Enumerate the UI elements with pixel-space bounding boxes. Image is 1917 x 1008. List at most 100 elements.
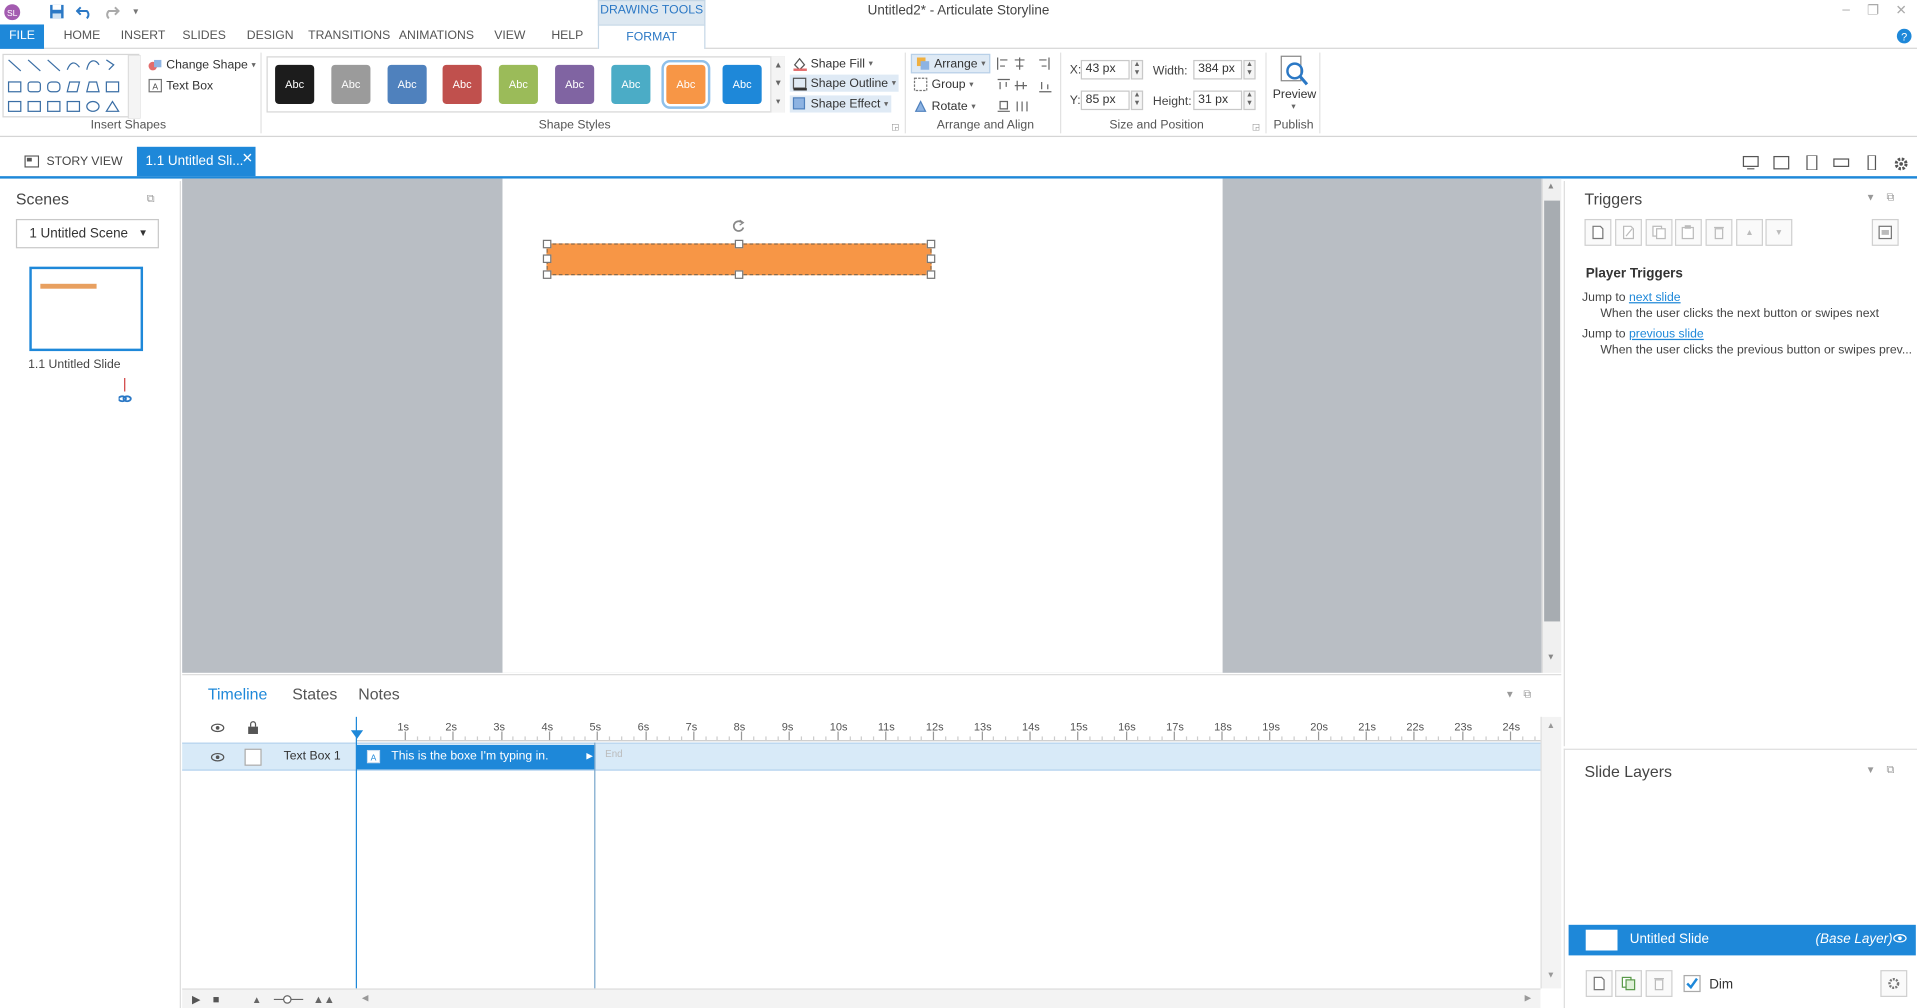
customize-qat-icon[interactable]: ▾ — [126, 2, 146, 20]
copy-trigger-icon[interactable] — [1645, 218, 1673, 246]
dialog-launcher-icon[interactable]: ◲ — [891, 122, 899, 133]
row-eye-icon[interactable] — [210, 750, 225, 765]
layer-settings-gear-icon[interactable] — [1880, 970, 1908, 997]
panel-collapse-icon[interactable]: ▼ — [1866, 192, 1876, 203]
resize-handle[interactable] — [734, 239, 744, 249]
shape-outline-button[interactable]: Shape Outline ▾ — [789, 74, 899, 92]
scroll-right-icon[interactable]: ▶ — [1525, 993, 1532, 1004]
panel-restore-icon[interactable]: ⧉ — [147, 192, 155, 205]
panel-collapse-icon[interactable]: ▼ — [1505, 689, 1515, 700]
maximize-icon[interactable]: ❐ — [1861, 2, 1885, 19]
settings-gear-icon[interactable] — [1893, 155, 1910, 171]
tab-help[interactable]: HELP — [548, 24, 587, 48]
rotate-button[interactable]: Rotate ▾ — [913, 99, 976, 114]
width-input[interactable]: 384 px — [1193, 59, 1243, 80]
tab-view[interactable]: VIEW — [490, 24, 529, 48]
panel-collapse-icon[interactable]: ▼ — [1866, 765, 1876, 776]
trigger-2[interactable]: Jump to previous slide — [1582, 328, 1704, 341]
minimize-icon[interactable]: – — [1834, 2, 1858, 19]
text-box-button[interactable]: A Text Box — [148, 78, 213, 93]
row-lock-checkbox[interactable] — [244, 748, 262, 766]
trigger-options-icon[interactable] — [1871, 218, 1899, 246]
save-icon[interactable] — [46, 2, 66, 20]
resize-handle[interactable] — [542, 270, 552, 279]
slide-thumbnail[interactable] — [29, 266, 144, 352]
style-swatch-blue[interactable]: Abc — [387, 64, 427, 104]
shape-gallery[interactable] — [2, 53, 141, 119]
help-icon[interactable]: ? — [1896, 28, 1912, 44]
height-input[interactable]: 31 px — [1193, 90, 1243, 111]
arrange-button[interactable]: Arrange ▾ — [910, 53, 991, 74]
timeline-row-text-box-1[interactable]: Text Box 1 A This is the boxe I'm typing… — [182, 742, 1541, 771]
tab-design[interactable]: DESIGN — [245, 24, 296, 48]
rotate-handle-icon[interactable] — [731, 218, 746, 233]
panel-restore-icon[interactable]: ⧉ — [1886, 763, 1894, 776]
trigger-1[interactable]: Jump to next slide — [1582, 291, 1681, 304]
tab-transitions[interactable]: TRANSITIONS — [308, 24, 390, 48]
resize-handle[interactable] — [734, 270, 744, 279]
height-spinner[interactable]: ▲ ▼ — [1243, 90, 1256, 111]
tablet-portrait-icon[interactable] — [1803, 155, 1820, 171]
style-swatch-purple[interactable]: Abc — [555, 64, 595, 104]
change-shape-button[interactable]: Change Shape ▾ — [148, 57, 256, 72]
style-swatch-black[interactable]: Abc — [275, 64, 315, 104]
tab-home[interactable]: HOME — [59, 24, 105, 48]
scene-select[interactable]: 1 Untitled Scene ▼ — [15, 218, 159, 249]
y-spinner[interactable]: ▲ ▼ — [1130, 90, 1144, 111]
shape-fill-button[interactable]: Shape Fill ▾ — [792, 56, 873, 71]
resize-handle[interactable] — [542, 239, 552, 249]
close-icon[interactable]: ✕ — [1889, 2, 1913, 19]
new-trigger-icon[interactable] — [1584, 218, 1612, 246]
zoom-in-icon[interactable]: ▲▲ — [313, 993, 335, 1005]
tab-format[interactable]: FORMAT — [597, 24, 706, 51]
tab-insert[interactable]: INSERT — [119, 24, 168, 48]
tab-states[interactable]: States — [292, 685, 337, 703]
resize-handle[interactable] — [926, 254, 936, 264]
stage-vertical-scrollbar[interactable]: ▲ ▼ — [1541, 178, 1562, 673]
lock-icon[interactable] — [246, 721, 261, 736]
move-down-icon[interactable]: ▼ — [1765, 218, 1793, 246]
undo-icon[interactable] — [75, 2, 95, 20]
zoom-slider[interactable] — [273, 993, 305, 1005]
eye-icon[interactable] — [1893, 931, 1908, 946]
tab-slides[interactable]: SLIDES — [181, 24, 227, 48]
zoom-out-icon[interactable]: ▲ — [252, 995, 262, 1006]
style-swatch-orange[interactable]: Abc — [661, 59, 711, 109]
scroll-left-icon[interactable]: ◀ — [362, 993, 369, 1004]
tab-file[interactable]: FILE — [0, 24, 45, 49]
tab-animations[interactable]: ANIMATIONS — [399, 24, 475, 48]
timeline-vertical-scrollbar[interactable]: ▲ ▼ — [1540, 716, 1562, 989]
move-up-icon[interactable]: ▲ — [1736, 218, 1763, 246]
align-icons[interactable] — [995, 55, 1059, 116]
dialog-launcher-icon[interactable]: ◲ — [1252, 122, 1260, 133]
trigger-2-target-link[interactable]: previous slide — [1629, 328, 1704, 341]
trigger-1-target-link[interactable]: next slide — [1629, 291, 1681, 304]
story-view-tab[interactable]: STORY VIEW — [15, 147, 127, 176]
base-layer-row[interactable]: Untitled Slide (Base Layer) — [1568, 924, 1916, 956]
width-spinner[interactable]: ▲ ▼ — [1243, 59, 1256, 80]
style-swatch-gray[interactable]: Abc — [331, 64, 371, 104]
play-icon[interactable]: ▶ — [192, 993, 200, 1006]
style-swatch-green[interactable]: Abc — [498, 64, 538, 104]
edit-trigger-icon[interactable] — [1615, 218, 1642, 246]
y-input[interactable]: 85 px — [1080, 90, 1130, 111]
style-swatch-azure[interactable]: Abc — [722, 64, 762, 104]
eye-icon[interactable] — [210, 721, 225, 736]
style-swatch-red[interactable]: Abc — [442, 64, 482, 104]
dim-checkbox[interactable] — [1683, 974, 1701, 993]
slide-canvas[interactable] — [502, 178, 1223, 673]
style-swatch-teal[interactable]: Abc — [611, 64, 651, 104]
tablet-landscape-icon[interactable] — [1773, 155, 1790, 170]
delete-trigger-icon[interactable] — [1705, 218, 1733, 246]
timeline-ruler[interactable]: 1s 2s 3s 4s 5s 6s 7s 8s 9s 10s 11s 12s 13s 14s 15s 16s 1… — [350, 716, 1547, 742]
close-tab-icon[interactable]: ✕ — [242, 144, 253, 173]
paste-trigger-icon[interactable] — [1674, 218, 1702, 246]
bar-arrow-icon[interactable]: ▶ — [586, 745, 593, 769]
new-layer-icon[interactable] — [1585, 970, 1613, 997]
panel-restore-icon[interactable]: ⧉ — [1886, 191, 1894, 204]
slide-tab[interactable]: 1.1 Untitled Sli... ✕ — [136, 144, 256, 177]
x-spinner[interactable]: ▲ ▼ — [1130, 59, 1144, 80]
duplicate-layer-icon[interactable] — [1615, 970, 1642, 997]
resize-handle[interactable] — [926, 239, 936, 249]
resize-handle[interactable] — [926, 270, 936, 279]
